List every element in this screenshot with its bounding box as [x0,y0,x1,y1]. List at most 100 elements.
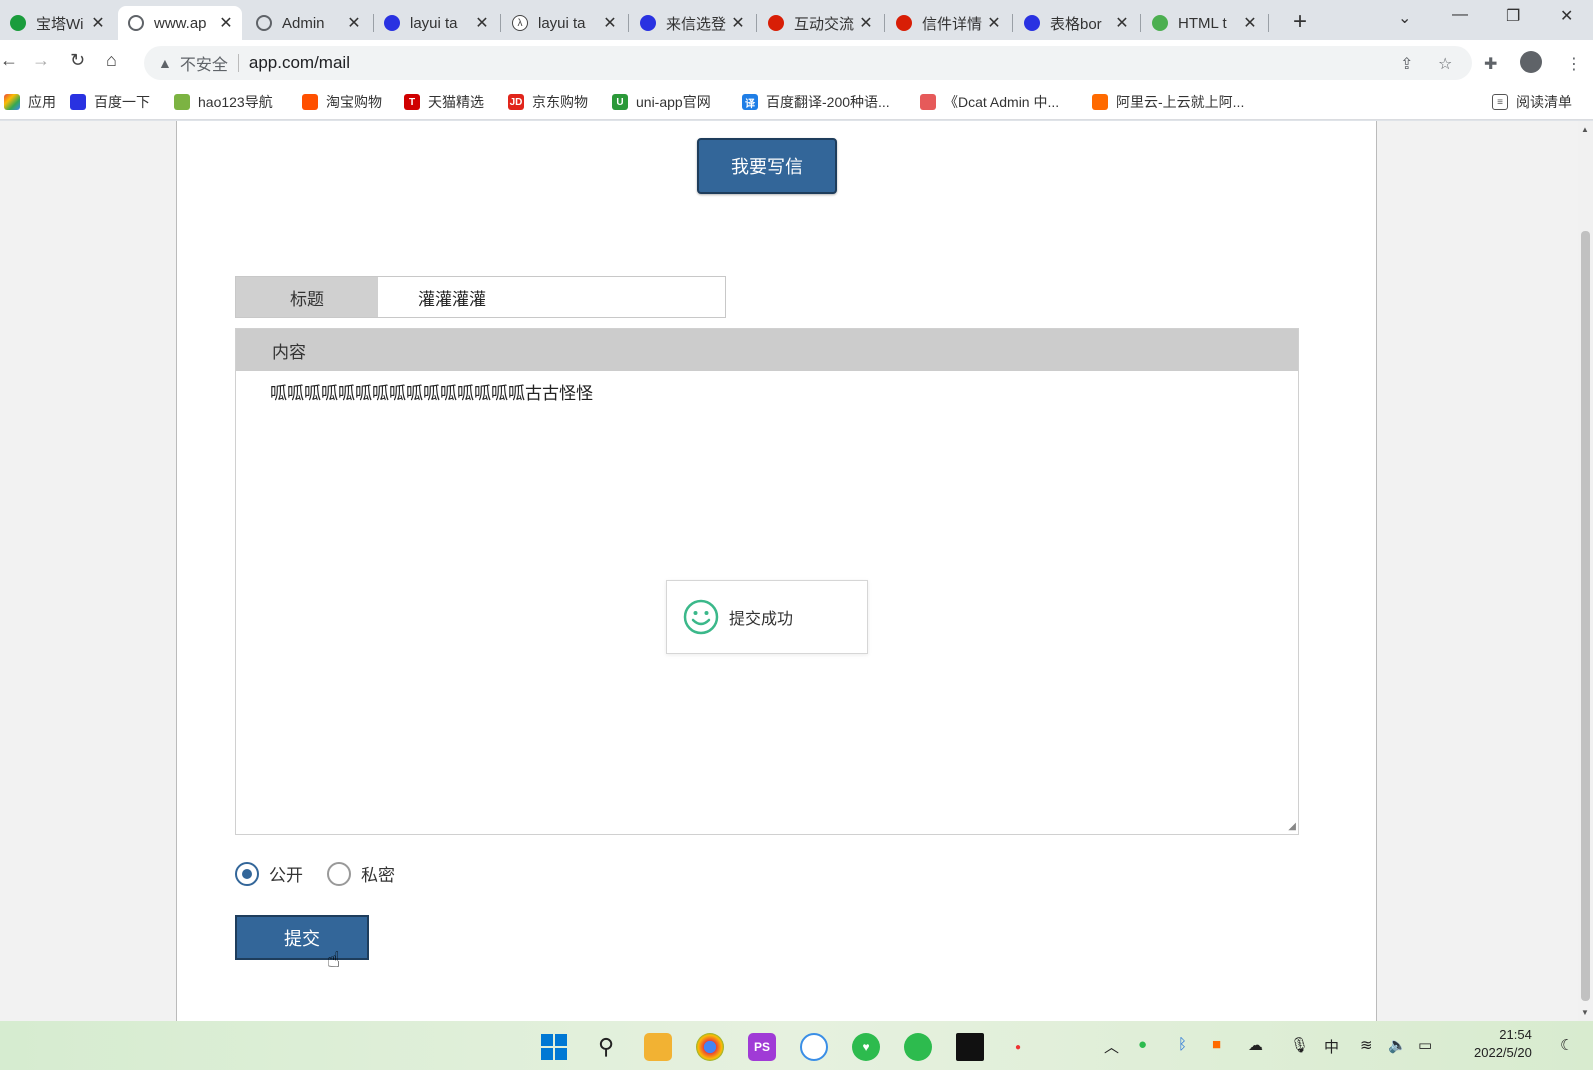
new-tab-button[interactable]: + [1293,8,1307,36]
bookmark-apps[interactable]: 应用 [4,92,56,112]
bluetooth-icon[interactable]: ᛒ [1178,1036,1187,1053]
tab-label: 来信选登 [666,15,727,33]
browser-tab[interactable]: 互动交流 ✕ [758,6,882,40]
title-label: 标题 [236,277,378,317]
bookmark-label: 京东购物 [532,94,588,110]
close-icon[interactable]: ✕ [986,13,1002,33]
close-icon[interactable]: ✕ [1114,13,1130,33]
tab-search-chevron-icon[interactable]: ⌄ [1398,8,1411,28]
battery-icon[interactable]: ▭ [1418,1036,1432,1054]
browser-tab[interactable]: Admin ✕ [246,6,370,40]
radio-public[interactable]: 公开 [235,861,303,886]
radio-circle-checked[interactable] [235,861,259,886]
browser-tab[interactable]: layui ta ✕ [374,6,498,40]
wifi-icon[interactable]: ≋ [1360,1036,1373,1054]
scroll-down-icon[interactable]: ▼ [1581,1008,1589,1017]
tab-label: layui ta [538,14,586,32]
warning-icon[interactable]: ▲ [158,55,172,71]
browser-tab[interactable]: 来信选登 ✕ [630,6,754,40]
bookmark-label: 百度一下 [94,94,150,110]
close-icon[interactable]: ✕ [730,13,746,33]
app-icon[interactable] [800,1033,828,1061]
extensions-icon[interactable]: ✚ [1484,54,1497,74]
address-bar[interactable]: ▲ 不安全 app.com/mail [144,46,1472,80]
write-letter-button[interactable]: 我要写信 [697,138,837,194]
profile-avatar[interactable] [1520,51,1542,73]
emblem-icon [896,15,912,31]
bookmark-label: hao123导航 [198,94,273,110]
bookmark-item[interactable]: hao123导航 [174,92,273,112]
browser-tab[interactable]: 宝塔Wi ✕ [0,6,114,40]
tab-strip: 宝塔Wi ✕ www.ap ✕ Admin ✕ layui ta ✕ λ lay… [0,0,1593,40]
security-label[interactable]: 不安全 [180,51,228,75]
close-icon[interactable]: ✕ [346,13,362,33]
url-text[interactable]: app.com/mail [249,53,350,73]
tray-app-icon[interactable]: ■ [1212,1036,1221,1053]
title-input[interactable]: 灌灌灌灌 [378,277,725,317]
tray-overflow-chevron-icon[interactable]: ︿ [1104,1036,1119,1057]
bookmark-item[interactable]: T 天猫精选 [404,92,484,112]
bookmark-item[interactable]: U uni-app官网 [612,92,711,112]
phpstorm-icon[interactable]: PS [748,1033,776,1061]
bookmark-item[interactable]: JD 京东购物 [508,92,588,112]
close-icon[interactable]: ✕ [858,13,874,33]
close-icon[interactable]: ✕ [474,13,490,33]
radio-private[interactable]: 私密 [327,861,395,886]
forward-icon[interactable]: → [32,50,50,71]
browser-tab[interactable]: λ layui ta ✕ [502,6,626,40]
browser-tab[interactable]: HTML t ✕ [1142,6,1266,40]
notification-moon-icon[interactable]: ☾ [1560,1036,1573,1054]
home-icon[interactable]: ⌂ [106,50,117,71]
radio-circle[interactable] [327,861,351,886]
system-clock[interactable]: 21:54 2022/5/20 [1474,1026,1532,1062]
close-icon[interactable]: ✕ [218,13,234,33]
microphone-icon[interactable]: 🎙 [1290,1036,1309,1054]
page-scrollbar[interactable]: ▲ ▼ [1578,121,1593,1021]
reading-list-button[interactable]: ≡ 阅读清单 [1492,92,1572,112]
share-icon[interactable]: ⇪ [1400,54,1413,74]
minimize-button[interactable]: — [1452,6,1468,24]
bookmark-item[interactable]: 《Dcat Admin 中... [920,92,1059,112]
volume-icon[interactable]: 🔈 [1388,1036,1407,1054]
browser-tab[interactable]: 信件详情 ✕ [886,6,1010,40]
toast-message: 提交成功 [729,611,794,628]
wechat-icon[interactable] [904,1033,932,1061]
browser-tab[interactable]: 表格bor ✕ [1014,6,1138,40]
resize-grip-icon[interactable]: ◢ [1288,821,1296,832]
html-icon [1152,15,1168,31]
chrome-icon[interactable] [696,1033,724,1061]
browser-toolbar: ← → ↻ ⌂ ▲ 不安全 app.com/mail ⇪ ☆ ✚ ⋮ [0,40,1593,84]
bookmark-item[interactable]: 淘宝购物 [302,92,382,112]
file-explorer-icon[interactable] [644,1033,672,1061]
success-toast: 提交成功 [666,580,868,654]
browser-tab-active[interactable]: www.ap ✕ [118,6,242,40]
heart-app-icon[interactable]: ♥ [852,1033,880,1061]
reload-icon[interactable]: ↻ [70,50,85,71]
scrollbar-thumb[interactable] [1581,231,1590,1001]
bookmark-item[interactable]: 译 百度翻译-200种语... [742,92,890,112]
restore-button[interactable]: ❐ [1506,6,1520,26]
weather-icon[interactable]: ☁ [1248,1036,1263,1054]
star-icon[interactable]: ☆ [1438,54,1452,74]
start-windows-icon[interactable] [540,1033,568,1061]
ime-indicator[interactable]: 中 [1324,1036,1339,1057]
bookmark-item[interactable]: 阿里云-上云就上阿... [1092,92,1244,112]
bookmark-item[interactable]: 百度一下 [70,92,150,112]
tab-label: 宝塔Wi [36,15,84,33]
shield-icon [10,15,26,31]
close-icon[interactable]: ✕ [602,13,618,33]
submit-button[interactable]: 提交 [235,915,369,960]
scroll-up-icon[interactable]: ▲ [1581,125,1589,134]
close-icon[interactable]: ✕ [90,13,106,33]
record-icon[interactable]: ● [1004,1033,1032,1061]
back-icon[interactable]: ← [0,50,18,71]
search-icon[interactable]: ⚲ [592,1033,620,1061]
tray-wechat-icon[interactable]: ● [1138,1036,1147,1053]
menu-kebab-icon[interactable]: ⋮ [1566,54,1582,74]
close-window-button[interactable]: ✕ [1560,6,1573,26]
close-icon[interactable]: ✕ [1242,13,1258,33]
terminal-icon[interactable] [956,1033,984,1061]
content-label: 内容 [236,329,1298,371]
content-textarea[interactable]: 呱呱呱呱呱呱呱呱呱呱呱呱呱呱呱古古怪怪 [236,371,1298,412]
reading-list-icon: ≡ [1492,94,1508,110]
